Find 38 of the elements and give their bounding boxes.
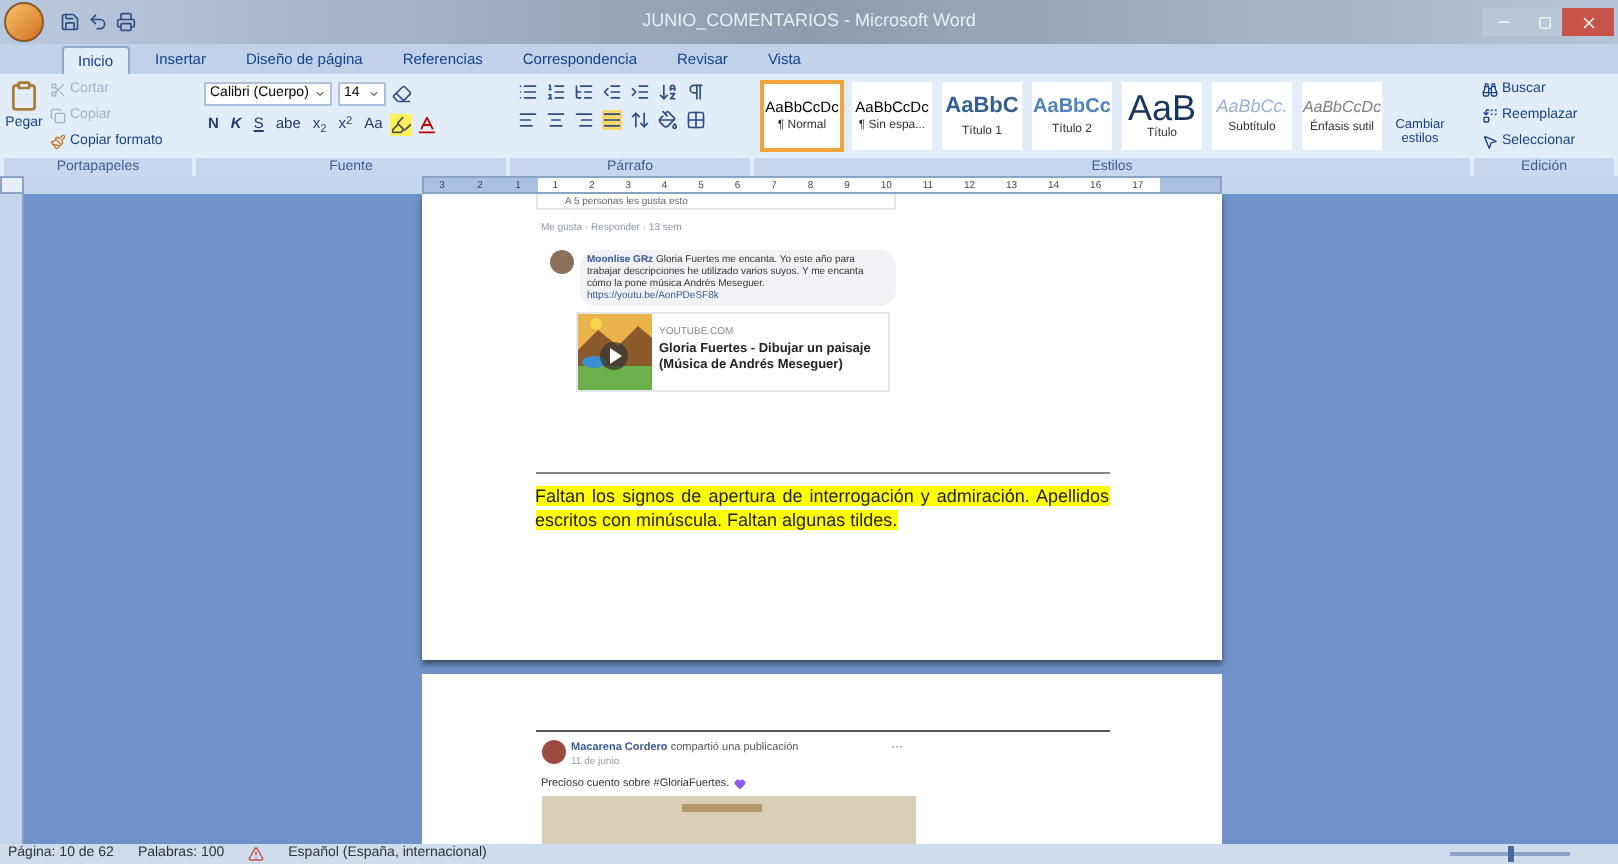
clear-format-icon[interactable] [392,84,412,104]
pointer-icon [1482,134,1498,150]
decrease-indent-icon[interactable] [602,82,622,102]
font-color-icon[interactable] [416,113,439,135]
proofing-icon[interactable] [248,846,265,862]
avatar [541,740,565,764]
multilevel-list-icon[interactable] [574,82,594,102]
caret-icon [314,88,326,100]
save-icon[interactable] [60,12,80,32]
highlighter-icon[interactable] [390,113,413,135]
sort-icon[interactable] [658,82,678,102]
caret-icon [368,88,380,100]
office-button[interactable] [4,2,44,42]
replace-icon [1482,108,1498,124]
increase-indent-icon[interactable] [630,82,650,102]
bullets-icon[interactable] [518,82,538,102]
paintbrush-icon [50,134,66,150]
zoom-slider-thumb[interactable] [1508,846,1514,862]
window-title: JUNIO_COMENTARIOS - Microsoft Word [642,8,976,35]
align-left-icon[interactable] [518,110,538,130]
maximize-icon [1537,15,1551,29]
numbering-icon[interactable] [546,82,566,102]
binoculars-icon [1482,82,1498,98]
borders-icon[interactable] [686,110,706,130]
avatar [549,249,573,273]
print-icon[interactable] [116,12,136,32]
align-center-icon[interactable] [546,110,566,130]
copy-icon [50,108,66,124]
line-spacing-icon[interactable] [630,110,650,130]
justify-icon[interactable] [602,110,622,130]
close-icon [1579,13,1597,31]
undo-icon[interactable] [88,12,108,32]
heart-icon [733,777,746,790]
align-right-icon[interactable] [574,110,594,130]
scissors-icon [50,82,66,98]
shading-icon[interactable] [658,110,678,130]
pilcrow-icon[interactable] [686,82,706,102]
clipboard-icon [8,78,40,114]
